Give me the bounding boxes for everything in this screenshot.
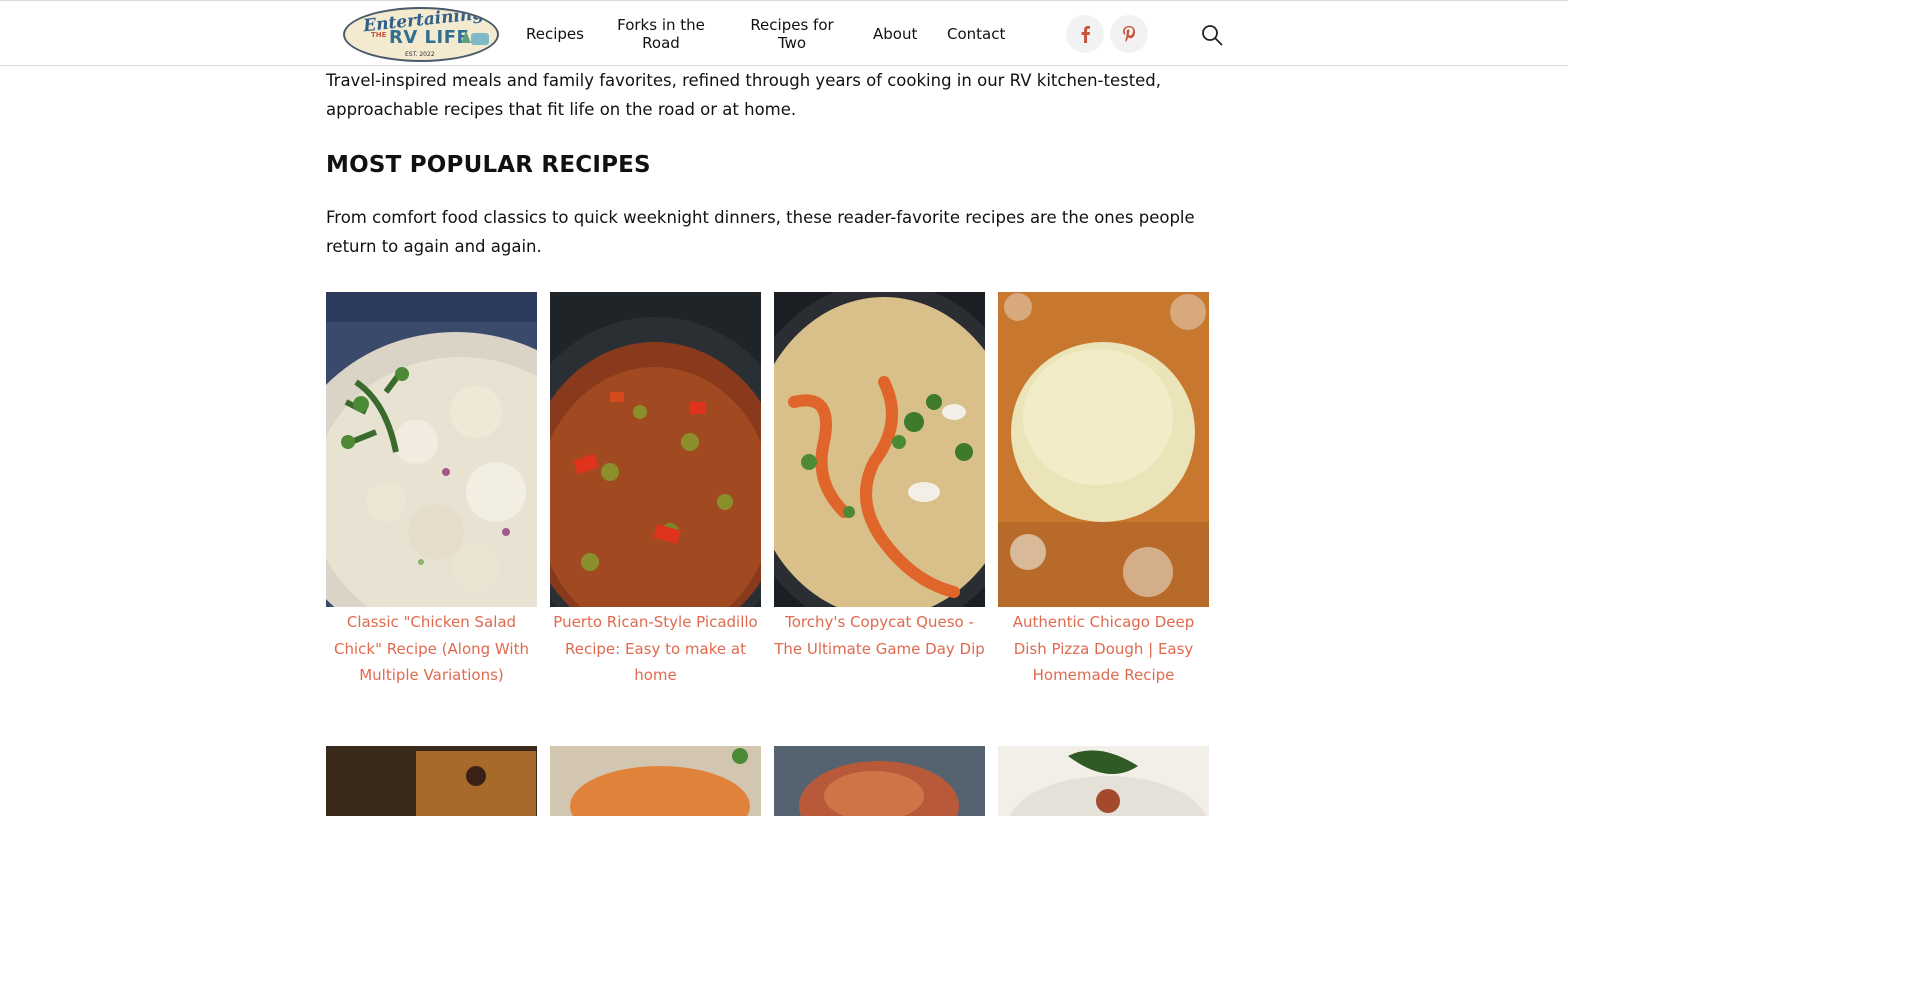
recipe-title-link[interactable]: Authentic Chicago Deep Dish Pizza Dough … <box>998 609 1209 689</box>
nav-forks-in-the-road[interactable]: Forks in the Road <box>613 16 709 52</box>
recipe-image-row2-2[interactable] <box>550 746 761 816</box>
recipe-card[interactable]: Authentic Chicago Deep Dish Pizza Dough … <box>998 292 1209 689</box>
recipe-image-chicken-salad[interactable] <box>326 292 537 607</box>
site-logo[interactable]: Entertaining THE RV LIFE EST. 2022 <box>343 7 499 62</box>
logo-text-the: THE <box>371 31 387 39</box>
recipe-image-row2-4[interactable] <box>998 746 1209 816</box>
recipe-image-row2-3[interactable] <box>774 746 985 816</box>
tree-icon <box>461 31 471 43</box>
logo-text-rv-life: RV LIFE <box>389 27 470 48</box>
nav-recipes[interactable]: Recipes <box>526 25 584 43</box>
intro-paragraph: Travel-inspired meals and family favorit… <box>326 71 1162 119</box>
facebook-button[interactable] <box>1066 15 1104 53</box>
nav-forks-line1: Forks in the <box>617 16 705 34</box>
recipe-title-link[interactable]: Classic "Chicken Salad Chick" Recipe (Al… <box>326 609 537 689</box>
facebook-icon <box>1081 26 1090 43</box>
rv-icon <box>471 33 489 45</box>
pinterest-icon <box>1123 26 1135 43</box>
site-header: Entertaining THE RV LIFE EST. 2022 Recip… <box>0 0 1568 66</box>
section-title: MOST POPULAR RECIPES <box>326 152 651 178</box>
recipe-card[interactable]: Puerto Rican-Style Picadillo Recipe: Eas… <box>550 292 761 689</box>
recipe-image-row2-1[interactable] <box>326 746 537 816</box>
nav-two-line2: Two <box>777 34 807 52</box>
nav-forks-line2: Road <box>642 34 680 52</box>
recipe-image-queso[interactable] <box>774 292 985 607</box>
search-icon[interactable] <box>1200 23 1224 47</box>
recipe-card[interactable]: Classic "Chicken Salad Chick" Recipe (Al… <box>326 292 537 689</box>
recipe-title-link[interactable]: Puerto Rican-Style Picadillo Recipe: Eas… <box>550 609 761 689</box>
section-description: From comfort food classics to quick week… <box>326 208 1195 256</box>
logo-text-est: EST. 2022 <box>405 51 435 58</box>
recipe-title-link[interactable]: Torchy's Copycat Queso - The Ultimate Ga… <box>774 609 985 662</box>
nav-contact[interactable]: Contact <box>947 25 1005 43</box>
nav-two-line1: Recipes for <box>750 16 834 34</box>
nav-recipes-for-two[interactable]: Recipes for Two <box>744 16 840 52</box>
recipe-image-pizza-dough[interactable] <box>998 292 1209 607</box>
pinterest-button[interactable] <box>1110 15 1148 53</box>
nav-about[interactable]: About <box>873 25 917 43</box>
recipe-card[interactable]: Torchy's Copycat Queso - The Ultimate Ga… <box>774 292 985 662</box>
recipe-image-picadillo[interactable] <box>550 292 761 607</box>
